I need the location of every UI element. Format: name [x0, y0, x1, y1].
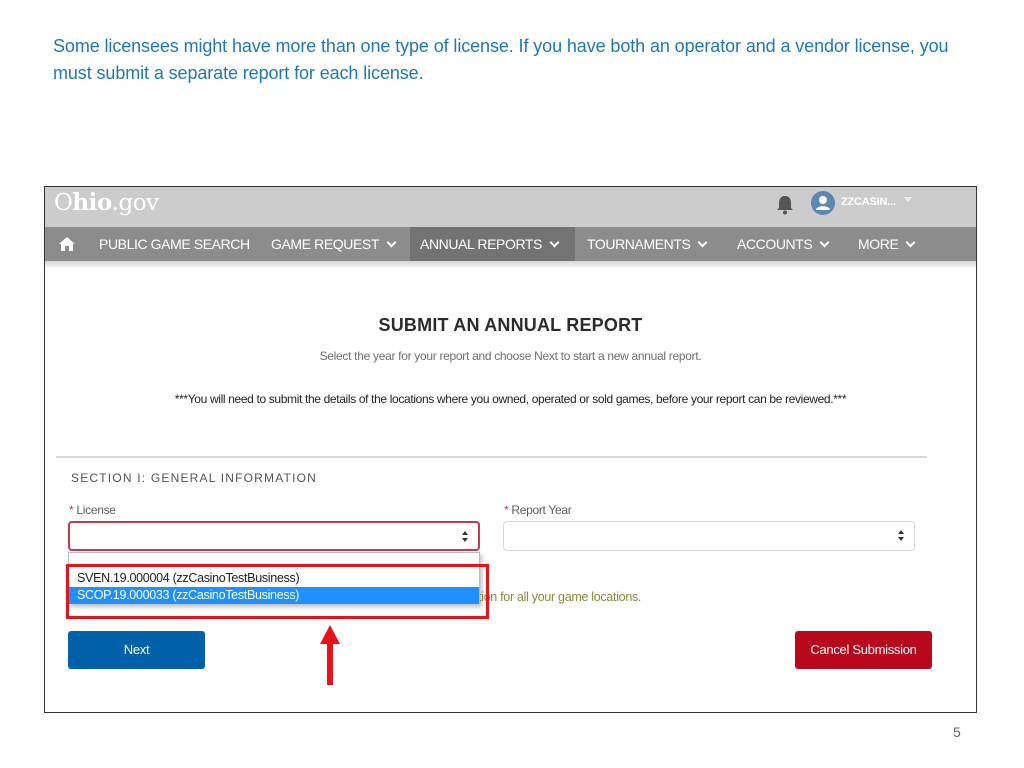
slide-caption: Some licensees might have more than one …	[53, 36, 949, 83]
section-title: SECTION I: GENERAL INFORMATION	[71, 471, 318, 485]
annotation-highlight-box	[66, 564, 489, 619]
cancel-submission-button[interactable]: Cancel Submission	[795, 631, 932, 669]
select-arrows-icon	[898, 530, 906, 542]
nav-label: ACCOUNTS	[737, 236, 813, 252]
locations-notice: ***You will need to submit the details o…	[174, 392, 847, 406]
caret-down-icon[interactable]	[904, 197, 912, 202]
chevron-down-icon	[386, 237, 397, 248]
nav-game-request[interactable]: GAME REQUEST	[261, 227, 405, 261]
nav-shadow	[45, 261, 976, 267]
main-nav: PUBLIC GAME SEARCH GAME REQUEST ANNUAL R…	[45, 227, 976, 261]
chevron-down-icon	[549, 237, 560, 248]
report-year-label-text: Report Year	[511, 503, 572, 517]
page-subtitle: Select the year for your report and choo…	[319, 349, 702, 363]
home-icon[interactable]	[59, 237, 75, 251]
select-arrows-icon	[462, 531, 470, 543]
report-year-select[interactable]	[503, 521, 915, 551]
next-button[interactable]: Next	[68, 631, 205, 669]
chevron-down-icon	[819, 237, 830, 248]
license-label-text: License	[76, 503, 116, 517]
nav-public-game-search[interactable]: PUBLIC GAME SEARCH	[89, 227, 260, 261]
license-label: * License	[69, 503, 116, 517]
nav-annual-reports[interactable]: ANNUAL REPORTS	[410, 227, 575, 261]
license-select[interactable]	[68, 521, 480, 551]
section-divider	[56, 456, 927, 458]
nav-label: TOURNAMENTS	[587, 236, 691, 252]
required-marker: *	[69, 503, 74, 517]
user-name[interactable]: ZZCASIN...	[841, 196, 896, 208]
nav-label: ANNUAL REPORTS	[420, 236, 542, 252]
logo-prefix: O	[54, 190, 73, 216]
nav-more[interactable]: MORE	[848, 227, 924, 261]
page-title: SUBMIT AN ANNUAL REPORT	[378, 315, 643, 335]
logo-bold: hio	[72, 189, 112, 216]
app-screenshot: Ohio.gov ZZCASIN... PUBLIC GAME SEARCH G…	[44, 186, 977, 713]
top-header: Ohio.gov ZZCASIN...	[45, 187, 976, 227]
nav-tournaments[interactable]: TOURNAMENTS	[577, 227, 716, 261]
nav-label: MORE	[858, 236, 899, 252]
annotation-arrow-icon	[320, 625, 340, 685]
nav-accounts[interactable]: ACCOUNTS	[727, 227, 838, 261]
logo-suffix: .gov	[111, 190, 159, 216]
locations-hint: tion for all your game locations.	[478, 590, 642, 604]
chevron-down-icon	[905, 237, 916, 248]
slide-page-number: 5	[953, 724, 961, 740]
report-year-label: * Report Year	[504, 503, 572, 517]
ohio-gov-logo[interactable]: Ohio.gov	[54, 189, 159, 216]
user-avatar-icon[interactable]	[811, 191, 835, 215]
bell-icon[interactable]	[774, 194, 796, 216]
nav-label: PUBLIC GAME SEARCH	[99, 236, 250, 252]
required-marker: *	[504, 503, 509, 517]
nav-label: GAME REQUEST	[271, 236, 379, 252]
chevron-down-icon	[698, 237, 708, 248]
